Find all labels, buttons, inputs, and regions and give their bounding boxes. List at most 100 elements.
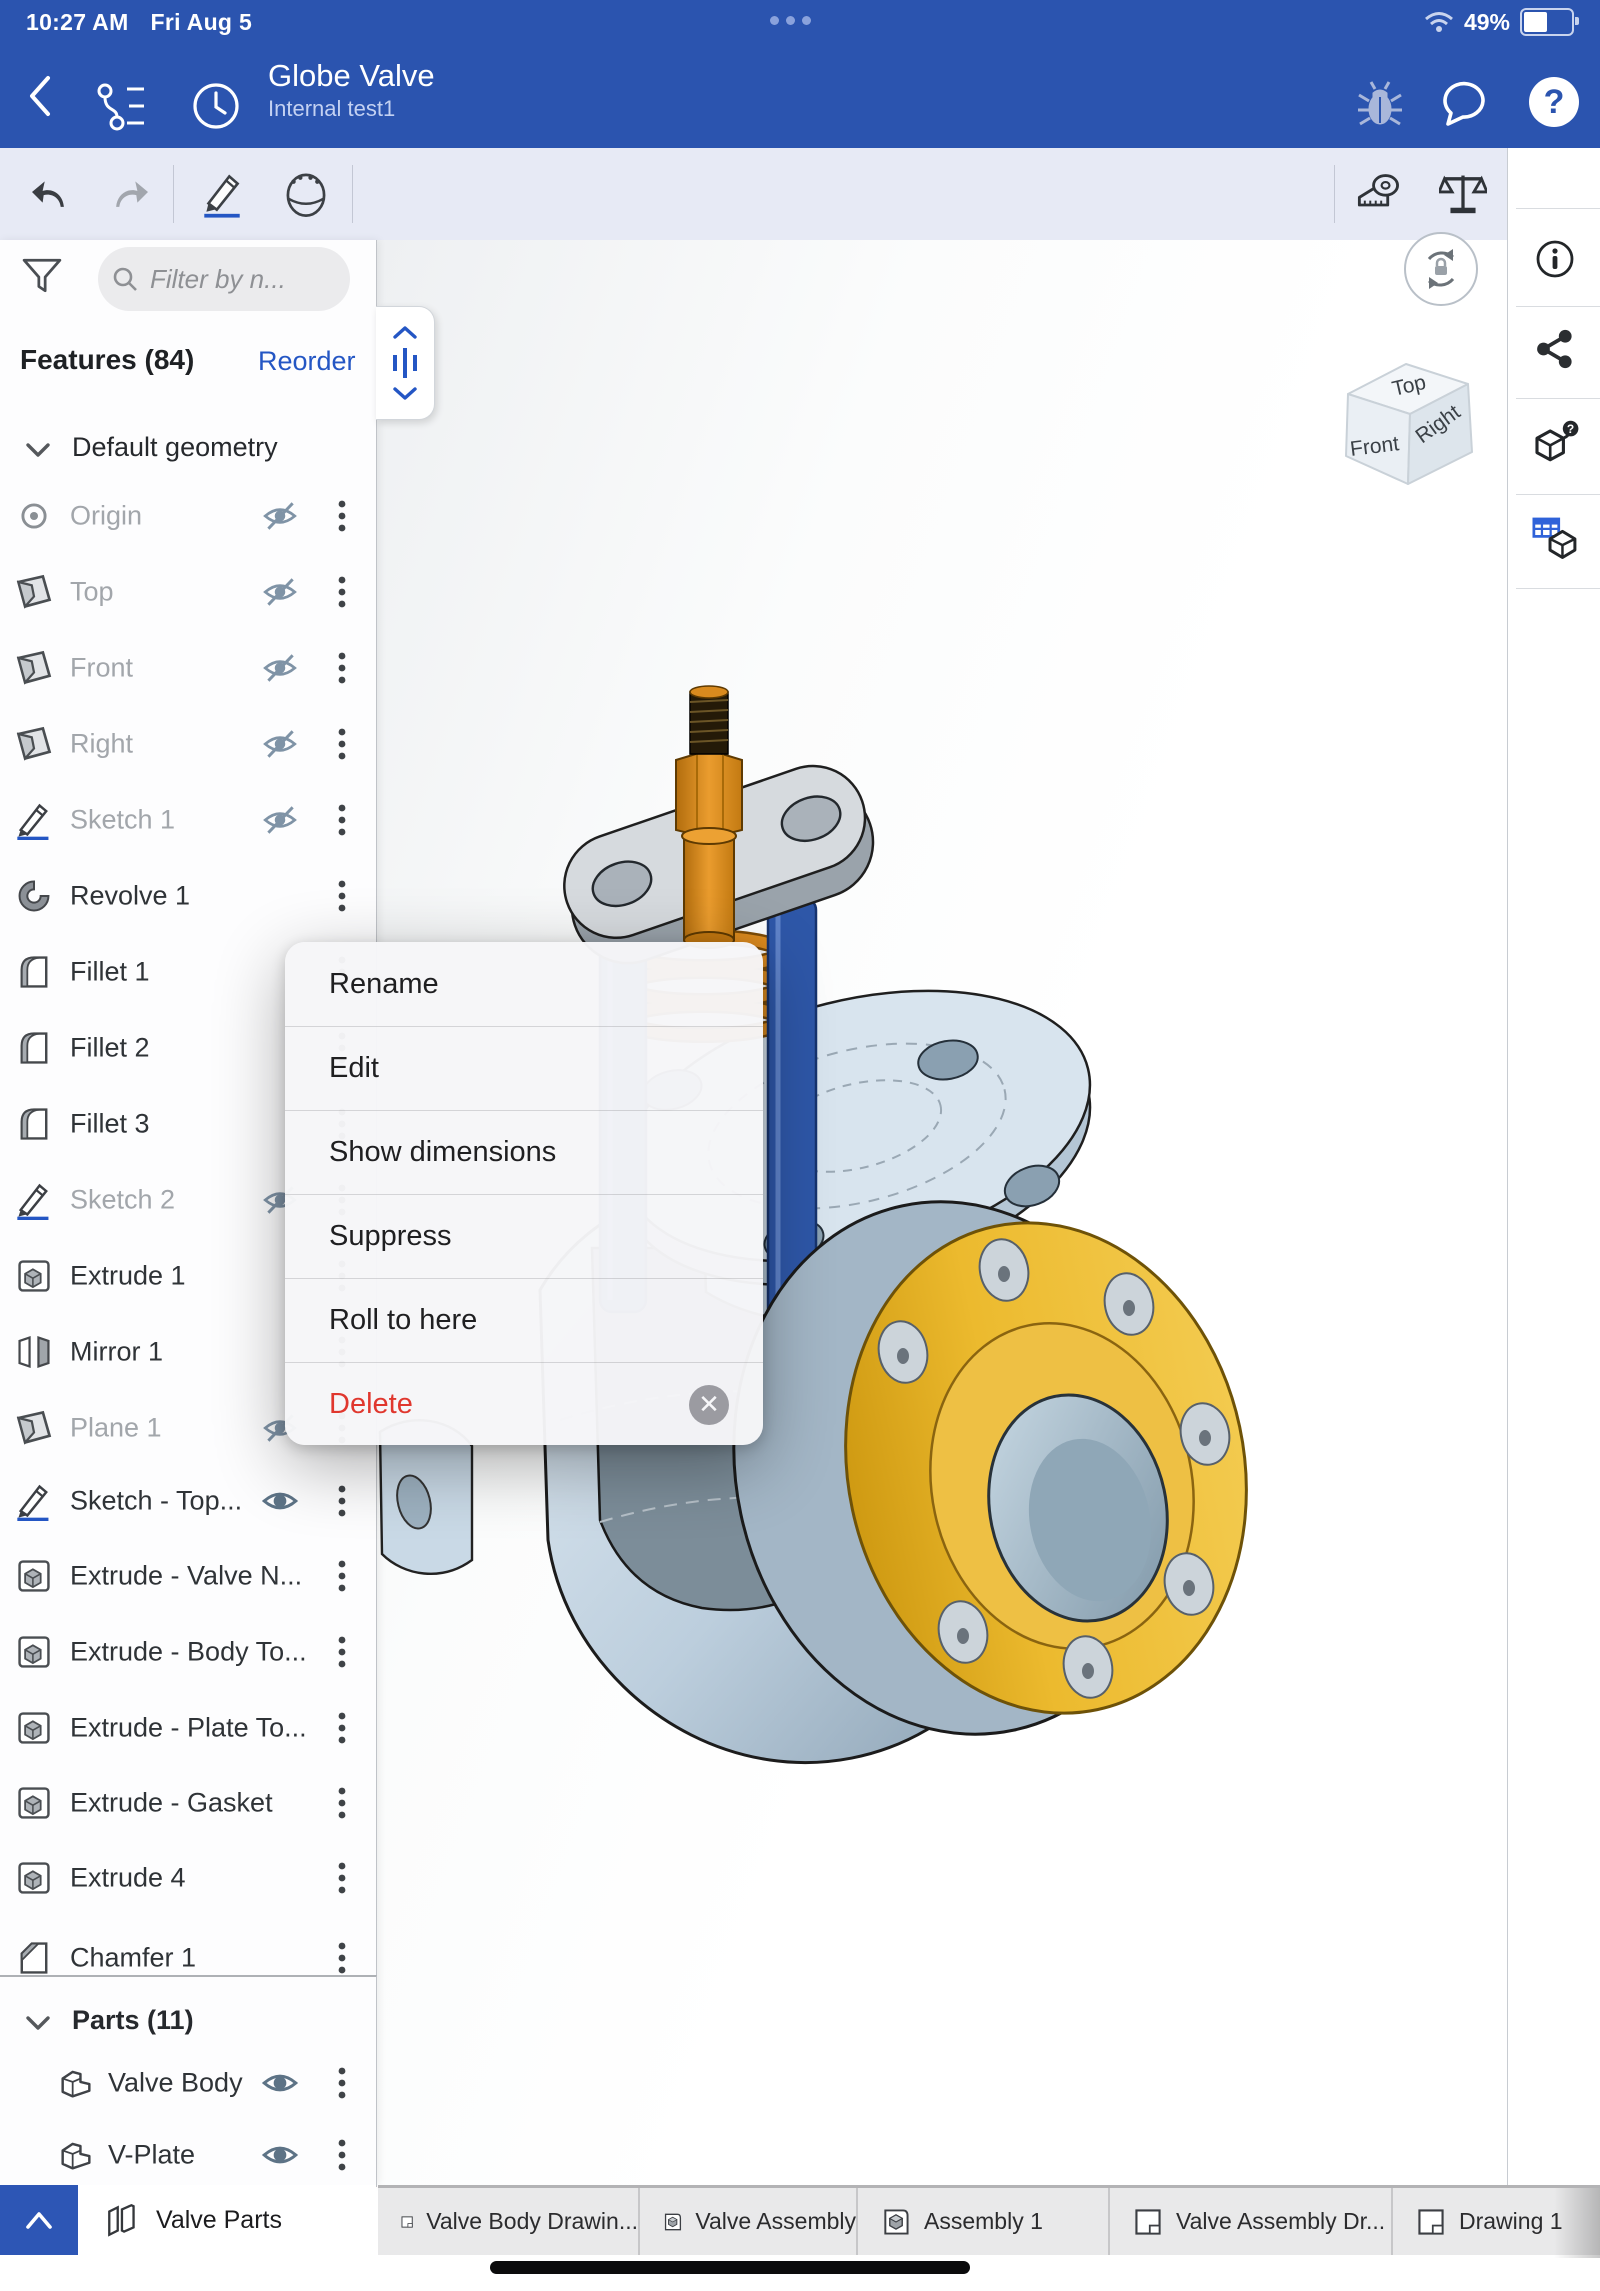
feature-row-top-plane[interactable]: Top xyxy=(0,554,375,630)
home-indicator[interactable] xyxy=(490,2261,970,2274)
feature-row-extrude-valve[interactable]: Extrude - Valve N... xyxy=(0,1538,375,1614)
menu-item-label: Show dimensions xyxy=(329,1136,556,1169)
menu-item-roll-to-here[interactable]: Roll to here xyxy=(285,1278,763,1362)
part-row-v-plate[interactable]: V-Plate xyxy=(0,2117,375,2193)
section-default-geometry[interactable]: Default geometry xyxy=(0,418,376,478)
feature-label: Revolve 1 xyxy=(70,881,190,912)
mass-properties-button[interactable] xyxy=(1434,164,1492,222)
section-parts[interactable]: Parts (11) xyxy=(0,1993,376,2053)
inactive-tabs-strip: Valve Body Drawin... Valve Assembly Asse… xyxy=(378,2185,1600,2255)
versions-button[interactable] xyxy=(92,78,148,134)
feature-menu-kebab-icon[interactable] xyxy=(324,801,360,839)
feature-menu-kebab-icon[interactable] xyxy=(324,1482,360,1520)
app-header: Globe Valve Internal test1 ? xyxy=(0,44,1600,148)
feature-row-right-plane[interactable]: Right xyxy=(0,706,375,782)
configuration-table-button[interactable] xyxy=(1530,514,1580,565)
rollback-bar-handle[interactable] xyxy=(376,306,435,420)
tabs-panel-toggle-button[interactable] xyxy=(0,2185,78,2255)
feature-label: Extrude 4 xyxy=(70,1863,186,1894)
section-label: Default geometry xyxy=(72,432,278,463)
sketch-tool-button[interactable] xyxy=(194,162,250,224)
measure-button[interactable] xyxy=(1350,164,1408,222)
feature-menu-kebab-icon[interactable] xyxy=(324,877,360,915)
visibility-toggle-visible-icon[interactable] xyxy=(258,2064,304,2102)
battery-percent: 49% xyxy=(1464,9,1510,36)
feature-menu-kebab-icon[interactable] xyxy=(324,1709,360,1747)
menu-item-show-dimensions[interactable]: Show dimensions xyxy=(285,1110,763,1194)
plane-icon xyxy=(14,648,54,688)
revolve-tool-button[interactable] xyxy=(278,162,334,224)
help-button[interactable]: ? xyxy=(1526,74,1582,130)
feature-row-sketch1[interactable]: Sketch 1 xyxy=(0,782,375,858)
visibility-toggle-hidden-icon[interactable] xyxy=(258,801,304,839)
feature-label: Right xyxy=(70,729,133,760)
tab-valve-assembly-drawing[interactable]: Valve Assembly Dr... xyxy=(1110,2188,1393,2255)
report-bug-button[interactable] xyxy=(1352,76,1408,132)
feature-row-sketch-top[interactable]: Sketch - Top... xyxy=(0,1463,375,1539)
part-icon xyxy=(56,2135,96,2175)
visibility-toggle-visible-icon[interactable] xyxy=(258,1482,304,1520)
reorder-button[interactable]: Reorder xyxy=(258,346,356,377)
document-subtitle: Internal test1 xyxy=(268,96,395,122)
history-button[interactable] xyxy=(188,78,244,134)
feature-menu-kebab-icon[interactable] xyxy=(324,1939,360,1977)
rollback-bars-icon xyxy=(390,346,420,380)
tab-label: Valve Parts xyxy=(156,2206,282,2235)
view-cube[interactable]: Top Front Right xyxy=(1318,348,1488,513)
battery-icon xyxy=(1520,8,1574,36)
feature-filter-field[interactable] xyxy=(98,247,350,311)
menu-item-rename[interactable]: Rename xyxy=(285,942,763,1026)
share-button[interactable] xyxy=(1532,326,1578,377)
feature-menu-kebab-icon[interactable] xyxy=(324,1859,360,1897)
undo-button[interactable] xyxy=(22,166,76,220)
feature-row-extrude-plate[interactable]: Extrude - Plate To... xyxy=(0,1690,375,1766)
feature-label: Fillet 2 xyxy=(70,1033,150,1064)
feature-menu-kebab-icon[interactable] xyxy=(324,573,360,611)
filter-input[interactable] xyxy=(148,263,332,296)
menu-item-suppress[interactable]: Suppress xyxy=(285,1194,763,1278)
tab-label: Valve Body Drawin... xyxy=(426,2208,638,2235)
feature-menu-kebab-icon[interactable] xyxy=(324,1557,360,1595)
comments-button[interactable] xyxy=(1436,76,1492,132)
feature-menu-kebab-icon[interactable] xyxy=(324,649,360,687)
tab-assembly-1[interactable]: Assembly 1 xyxy=(858,2188,1110,2255)
feature-row-extrude-gasket[interactable]: Extrude - Gasket xyxy=(0,1765,375,1841)
interrogate-button[interactable]: ? xyxy=(1531,420,1579,471)
feature-menu-kebab-icon[interactable] xyxy=(324,497,360,535)
info-button[interactable] xyxy=(1532,236,1578,287)
rotation-lock-button[interactable] xyxy=(1404,232,1478,306)
feature-row-extrude-body[interactable]: Extrude - Body To... xyxy=(0,1614,375,1690)
back-button[interactable] xyxy=(18,72,62,120)
menu-item-edit[interactable]: Edit xyxy=(285,1026,763,1110)
visibility-toggle-visible-icon[interactable] xyxy=(258,2136,304,2174)
document-title: Globe Valve xyxy=(268,58,435,94)
feature-row-extrude4[interactable]: Extrude 4 xyxy=(0,1840,375,1916)
tab-valve-parts[interactable]: Valve Parts xyxy=(78,2185,376,2255)
part-menu-kebab-icon[interactable] xyxy=(324,2136,360,2174)
origin-icon xyxy=(14,496,54,536)
tab-valve-body-drawing[interactable]: Valve Body Drawin... xyxy=(378,2188,640,2255)
chevron-down-icon xyxy=(20,432,56,468)
feature-label: Fillet 1 xyxy=(70,957,150,988)
plane-icon xyxy=(14,1408,54,1448)
feature-row-revolve1[interactable]: Revolve 1 xyxy=(0,858,375,934)
feature-menu-kebab-icon[interactable] xyxy=(324,725,360,763)
visibility-toggle-hidden-icon[interactable] xyxy=(258,573,304,611)
part-menu-kebab-icon[interactable] xyxy=(324,2064,360,2102)
part-row-valve-body[interactable]: Valve Body xyxy=(0,2045,375,2121)
filter-button[interactable] xyxy=(22,258,62,299)
extrude-icon xyxy=(14,1708,54,1748)
feature-label: Origin xyxy=(70,501,142,532)
feature-menu-kebab-icon[interactable] xyxy=(324,1633,360,1671)
visibility-toggle-hidden-icon[interactable] xyxy=(258,725,304,763)
mirror-icon xyxy=(14,1332,54,1372)
feature-menu-kebab-icon[interactable] xyxy=(324,1784,360,1822)
visibility-toggle-hidden-icon[interactable] xyxy=(258,649,304,687)
feature-context-menu: Rename Edit Show dimensions Suppress Rol… xyxy=(285,942,763,1445)
tab-valve-assembly[interactable]: Valve Assembly xyxy=(640,2188,858,2255)
feature-row-front-plane[interactable]: Front xyxy=(0,630,375,706)
visibility-toggle-hidden-icon[interactable] xyxy=(258,497,304,535)
redo-button[interactable] xyxy=(104,166,158,220)
menu-item-delete[interactable]: Delete✕ xyxy=(285,1362,763,1445)
feature-row-origin[interactable]: Origin xyxy=(0,478,375,554)
